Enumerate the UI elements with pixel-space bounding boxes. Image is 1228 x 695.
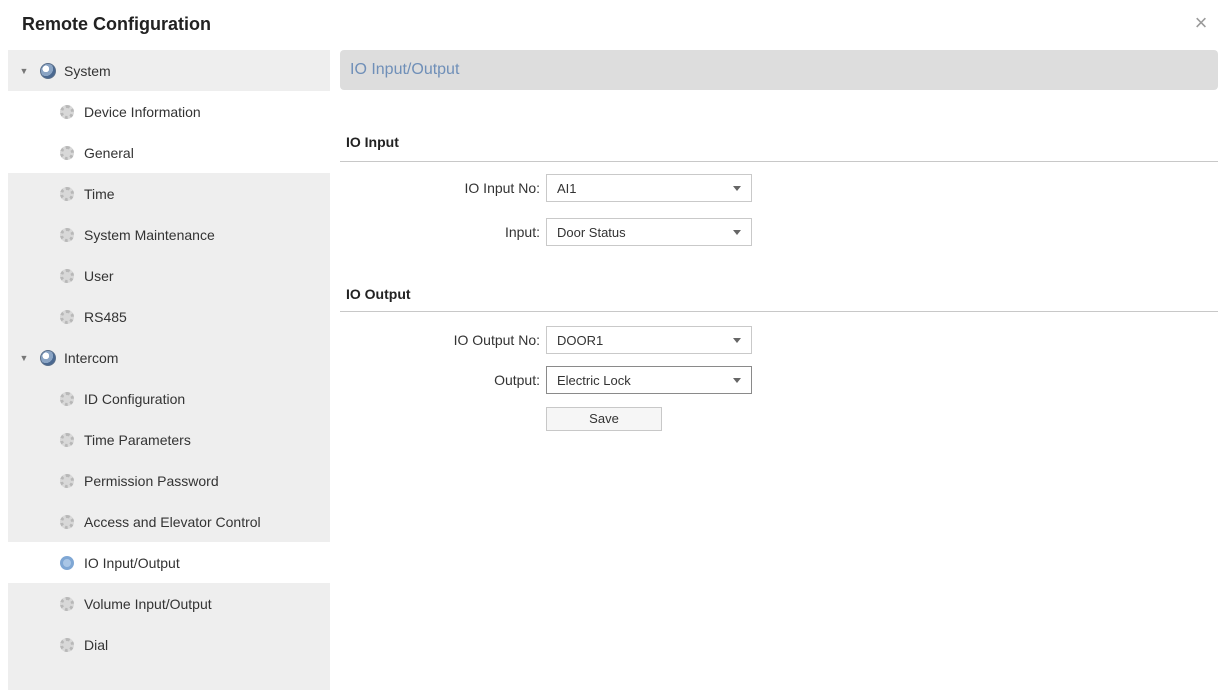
select-value: Door Status [557, 224, 626, 240]
sidebar-item-user[interactable]: User [8, 255, 330, 296]
expand-caret-icon[interactable]: ▼ [18, 353, 30, 363]
io-input-no-row: IO Input No: AI1 [340, 174, 752, 202]
io-input-no-label: IO Input No: [464, 180, 540, 196]
sidebar-item-time-parameters[interactable]: Time Parameters [8, 419, 330, 460]
globe-icon [40, 349, 56, 366]
gear-icon [60, 432, 74, 447]
sidebar-item-io-input-output[interactable]: IO Input/Output [8, 542, 330, 583]
dropdown-arrow-icon [733, 378, 741, 383]
sidebar-item-label: Access and Elevator Control [84, 513, 261, 530]
sidebar-item-system-maintenance[interactable]: System Maintenance [8, 214, 330, 255]
tree-group-intercom[interactable]: ▼ Intercom [8, 337, 330, 378]
dropdown-arrow-icon [733, 230, 741, 235]
sidebar-item-label: System Maintenance [84, 226, 215, 243]
sidebar-item-time[interactable]: Time [8, 173, 330, 214]
sidebar-item-label: Permission Password [84, 472, 219, 489]
sidebar-tree: ▼ System Device Information General Time… [8, 50, 330, 690]
tree-group-label: Intercom [64, 349, 119, 366]
io-output-no-row: IO Output No: DOOR1 [340, 326, 752, 354]
save-button[interactable]: Save [546, 407, 662, 431]
sidebar-item-volume-input-output[interactable]: Volume Input/Output [8, 583, 330, 624]
output-select[interactable]: Electric Lock [546, 366, 752, 394]
gear-icon [60, 268, 74, 283]
sidebar-item-label: RS485 [84, 308, 127, 325]
content-panel: IO Input/Output IO Input IO Input No: AI… [340, 50, 1218, 690]
gear-icon [60, 145, 74, 160]
io-input-section-title: IO Input [346, 134, 399, 150]
sidebar-item-general[interactable]: General [8, 132, 330, 173]
sidebar-item-label: Device Information [84, 103, 201, 120]
io-output-section-title: IO Output [346, 286, 411, 302]
input-row: Input: Door Status [340, 218, 752, 246]
select-value: AI1 [557, 180, 577, 196]
page-title: IO Input/Output [340, 50, 1218, 90]
expand-caret-icon[interactable]: ▼ [18, 66, 30, 76]
select-value: Electric Lock [557, 372, 631, 388]
section-divider [340, 311, 1218, 312]
sidebar-item-id-configuration[interactable]: ID Configuration [8, 378, 330, 419]
gear-icon [60, 309, 74, 324]
sidebar-item-label: User [84, 267, 114, 284]
section-divider [340, 161, 1218, 162]
sidebar-item-label: IO Input/Output [84, 554, 180, 571]
sidebar-item-label: Dial [84, 636, 109, 653]
tree-group-label: System [64, 62, 111, 79]
gear-icon [60, 596, 74, 611]
select-value: DOOR1 [557, 332, 604, 348]
sidebar-item-dial[interactable]: Dial [8, 624, 330, 665]
gear-icon [60, 473, 74, 488]
gear-icon [60, 637, 74, 652]
sidebar-item-label: Time [84, 185, 115, 202]
sidebar-item-label: Volume Input/Output [84, 595, 212, 612]
globe-icon [40, 62, 56, 79]
sidebar-item-label: Time Parameters [84, 431, 191, 448]
gear-icon [60, 514, 74, 529]
io-output-no-select[interactable]: DOOR1 [546, 326, 752, 354]
output-row: Output: Electric Lock [340, 366, 752, 394]
input-label: Input: [504, 224, 540, 240]
window-title: Remote Configuration [22, 14, 211, 34]
gear-icon [60, 555, 74, 570]
io-output-no-label: IO Output No: [453, 332, 540, 348]
sidebar-item-permission-password[interactable]: Permission Password [8, 460, 330, 501]
dropdown-arrow-icon [733, 338, 741, 343]
dropdown-arrow-icon [733, 186, 741, 191]
sidebar-item-access-elevator-control[interactable]: Access and Elevator Control [8, 501, 330, 542]
sidebar-item-label: ID Configuration [84, 390, 186, 407]
sidebar-item-label: General [84, 144, 134, 161]
input-select[interactable]: Door Status [546, 218, 752, 246]
close-icon[interactable]: × [1190, 12, 1212, 34]
gear-icon [60, 227, 74, 242]
gear-icon [60, 186, 74, 201]
tree-group-system[interactable]: ▼ System [8, 50, 330, 91]
sidebar-item-rs485[interactable]: RS485 [8, 296, 330, 337]
gear-icon [60, 104, 74, 119]
sidebar-item-device-information[interactable]: Device Information [8, 91, 330, 132]
io-input-no-select[interactable]: AI1 [546, 174, 752, 202]
output-label: Output: [494, 372, 540, 388]
gear-icon [60, 391, 74, 406]
